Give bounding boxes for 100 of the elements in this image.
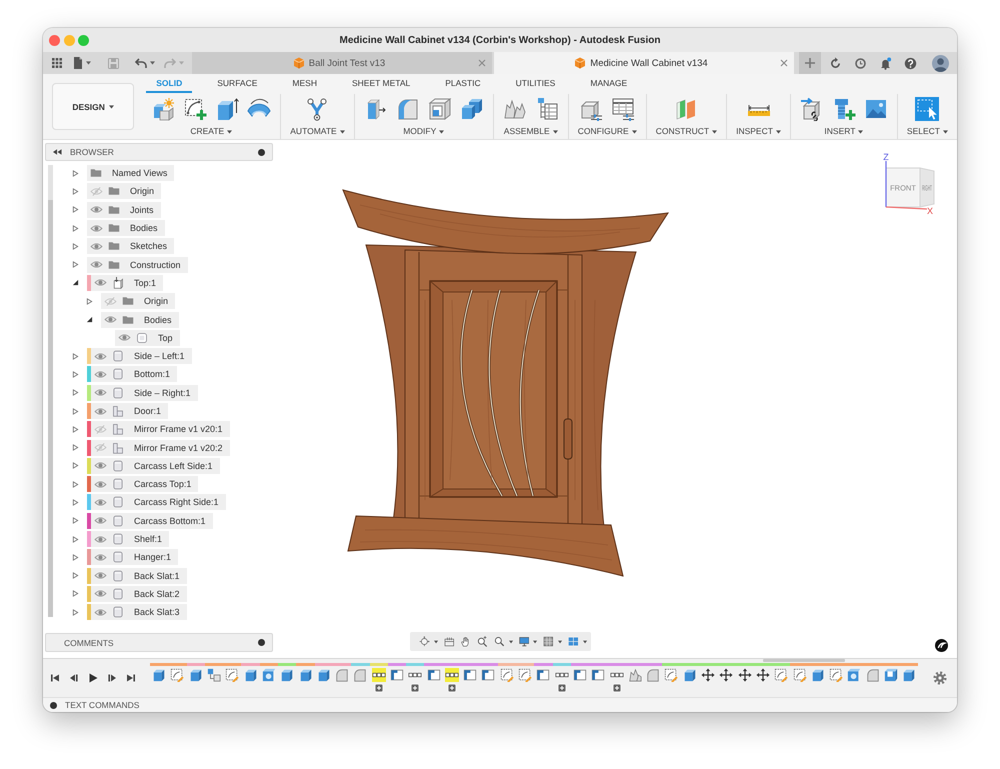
eye-icon[interactable]: [94, 534, 107, 544]
cube-icon[interactable]: [152, 668, 166, 682]
eye-icon[interactable]: [94, 608, 107, 617]
eye-icon[interactable]: [118, 333, 131, 342]
tree-item[interactable]: Joints: [87, 202, 161, 218]
caret-icon[interactable]: [434, 640, 438, 644]
play-icon[interactable]: [88, 673, 98, 683]
frame-icon[interactable]: [591, 668, 606, 682]
triangle-icon[interactable]: [86, 316, 93, 324]
hand-icon[interactable]: [460, 635, 472, 648]
rounded-box-icon[interactable]: [396, 97, 420, 121]
frame-icon[interactable]: [572, 668, 587, 682]
move-icon[interactable]: [719, 668, 734, 682]
eye-icon[interactable]: [94, 589, 107, 598]
avatar-icon[interactable]: [932, 54, 949, 72]
tree-item[interactable]: Top: [115, 330, 180, 346]
calendar-icon[interactable]: [444, 635, 454, 648]
hollow-block-icon[interactable]: [884, 668, 898, 682]
sketch-icon[interactable]: [664, 668, 678, 682]
frame-icon[interactable]: [481, 668, 496, 682]
group-menu-button[interactable]: MODIFY: [403, 126, 444, 137]
tree-item[interactable]: Hanger:1: [87, 549, 178, 566]
tree-item[interactable]: Side – Right:1: [87, 384, 198, 401]
clock-icon[interactable]: [854, 56, 867, 70]
group-menu-button[interactable]: CREATE: [190, 126, 232, 137]
sketch-plus-icon[interactable]: [183, 97, 208, 121]
tree-item[interactable]: Top:1: [87, 274, 164, 291]
tree-item[interactable]: Carcass Bottom:1: [87, 512, 213, 529]
close-icon[interactable]: [780, 59, 788, 67]
skip-start-icon[interactable]: [50, 673, 60, 683]
eye-icon[interactable]: [90, 224, 103, 233]
tree-item[interactable]: Shelf:1: [87, 531, 170, 548]
move-icon[interactable]: [738, 668, 752, 682]
sketch-icon[interactable]: [792, 668, 807, 682]
circle-icon[interactable]: [258, 639, 265, 646]
circle-icon[interactable]: [258, 148, 265, 156]
tree-item[interactable]: Bodies: [87, 220, 165, 236]
eye-icon[interactable]: [90, 205, 103, 214]
cube-sparkle-icon[interactable]: [151, 97, 176, 121]
frame-icon[interactable]: [426, 668, 441, 682]
shaped-part-icon[interactable]: [628, 668, 642, 682]
zoom-icon[interactable]: [477, 635, 488, 648]
sketch-icon[interactable]: [774, 668, 788, 682]
eye-icon[interactable]: [104, 315, 117, 324]
triangle-icon[interactable]: [72, 279, 79, 286]
group-icon[interactable]: [372, 668, 386, 682]
rounded-block-icon[interactable]: [335, 668, 350, 682]
document-tab[interactable]: Ball Joint Test v13: [192, 52, 492, 74]
caret-icon[interactable]: [86, 61, 91, 65]
toolbar-tab[interactable]: MESH: [282, 76, 327, 93]
cube-icon[interactable]: [316, 668, 331, 682]
toolbar-tab[interactable]: MANAGE: [580, 76, 638, 93]
tree-item[interactable]: Carcass Left Side:1: [87, 458, 220, 474]
linked-boxes-icon[interactable]: [207, 668, 222, 682]
undo-icon[interactable]: [135, 58, 147, 68]
eye-icon[interactable]: [94, 498, 107, 507]
eye-icon[interactable]: [94, 571, 107, 580]
magnifier-icon[interactable]: [494, 635, 505, 648]
tree-item[interactable]: Mirror Frame v1 v20:1: [87, 421, 230, 438]
cubes-icon[interactable]: [460, 97, 484, 121]
plus-icon[interactable]: [374, 684, 383, 692]
tree-item[interactable]: Bodies: [101, 312, 179, 328]
plus-icon[interactable]: [612, 684, 621, 692]
caret-icon[interactable]: [150, 61, 155, 65]
cube-icon[interactable]: [810, 668, 825, 682]
eye-icon[interactable]: [94, 278, 107, 288]
workspace-button[interactable]: DESIGN: [52, 83, 134, 130]
close-button[interactable]: [49, 34, 60, 46]
eye-icon[interactable]: [90, 242, 103, 251]
cube-icon[interactable]: [902, 668, 916, 682]
eye-icon[interactable]: [94, 461, 107, 470]
eye-icon[interactable]: [94, 552, 107, 562]
cube-icon[interactable]: [280, 668, 294, 682]
skip-end-icon[interactable]: [126, 673, 136, 683]
cube-icon[interactable]: [244, 668, 258, 682]
rounded-block-icon[interactable]: [866, 668, 880, 682]
cube-icon[interactable]: [298, 668, 313, 682]
tree-item[interactable]: Back Slat:3: [87, 604, 187, 620]
group-menu-button[interactable]: CONFIGURE: [578, 126, 637, 137]
toolbar-tab[interactable]: UTILITIES: [506, 76, 566, 93]
step-back-icon[interactable]: [69, 673, 79, 683]
file-icon[interactable]: [73, 57, 83, 69]
group-menu-button[interactable]: SELECT: [906, 126, 948, 137]
cube-icon[interactable]: [682, 668, 697, 682]
sketch-icon[interactable]: [170, 668, 184, 682]
grid-icon[interactable]: [543, 635, 554, 648]
orbit-icon[interactable]: [419, 635, 430, 648]
toolbar-tab[interactable]: PLASTIC: [435, 76, 491, 93]
tree-item[interactable]: Back Slat:2: [87, 586, 187, 602]
swoosh-icon[interactable]: [935, 639, 948, 652]
caret-icon[interactable]: [582, 640, 588, 644]
eye-icon[interactable]: [94, 352, 107, 361]
caret-icon[interactable]: [558, 640, 562, 644]
step-forward-icon[interactable]: [107, 673, 117, 683]
panel-title[interactable]: TEXT COMMANDS: [65, 700, 957, 710]
bell-icon[interactable]: [879, 56, 892, 70]
frame-icon[interactable]: [463, 668, 478, 682]
group-menu-button[interactable]: INSPECT: [736, 126, 781, 137]
rounded-block-icon[interactable]: [646, 668, 660, 682]
circular-arrow-icon[interactable]: [829, 56, 842, 70]
